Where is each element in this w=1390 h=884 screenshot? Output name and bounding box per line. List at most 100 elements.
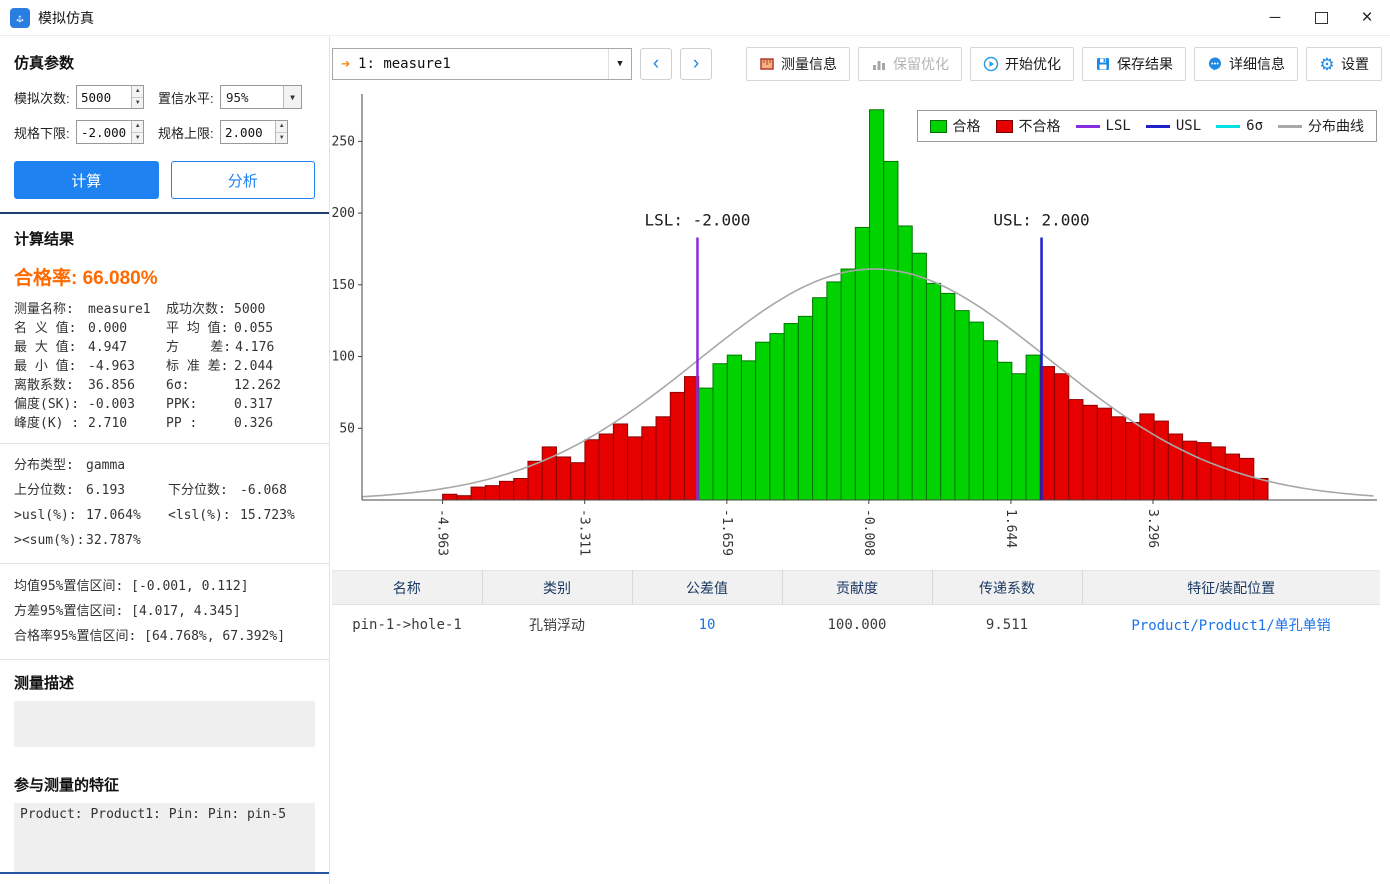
analyze-button[interactable]: 分析 xyxy=(171,161,316,199)
stat-label: 平 均 值: xyxy=(166,319,230,338)
table-header-row: 名称 类别 公差值 贡献度 传递系数 特征/装配位置 xyxy=(332,571,1380,605)
close-button[interactable]: × xyxy=(1344,0,1390,35)
dist-row: >usl(%):17.064%<lsl(%):15.723% xyxy=(14,503,315,528)
sidebar: 仿真参数 模拟次数: ▲▼ 置信水平: 95% ▼ 规格下限: ▲▼ xyxy=(0,36,330,884)
spec-lower-spin[interactable]: ▲▼ xyxy=(131,121,143,143)
col-header-name: 名称 xyxy=(332,571,482,605)
histogram-bar xyxy=(1225,454,1239,500)
maximize-button[interactable] xyxy=(1298,0,1344,35)
stat-value: 36.856 xyxy=(88,376,135,395)
button-label: 测量信息 xyxy=(781,54,837,74)
stat-row: PPK:0.317 xyxy=(166,395,281,414)
spacer xyxy=(14,747,315,774)
stat-label: 6σ: xyxy=(166,376,230,395)
spin-up-icon[interactable]: ▲ xyxy=(132,121,143,133)
confidence-interval-row: 方差95%置信区间: [4.017, 4.345] xyxy=(14,599,315,624)
histogram-bar xyxy=(813,298,827,500)
dist-value: 6.193 xyxy=(86,478,168,503)
spec-upper-input[interactable] xyxy=(221,121,275,143)
sim-count-stepper[interactable]: ▲▼ xyxy=(76,85,144,109)
confidence-label: 置信水平: xyxy=(158,88,220,107)
stat-value: -0.003 xyxy=(88,395,135,414)
histogram-bar xyxy=(983,341,997,500)
dist-label: >usl(%): xyxy=(14,503,86,528)
histogram-bar xyxy=(514,478,528,500)
stats-right-column: 成功次数:5000平 均 值:0.055方 差:4.176标 准 差:2.044… xyxy=(166,300,281,433)
col-header-tolerance: 公差值 xyxy=(632,571,782,605)
details-button[interactable]: 详细信息 xyxy=(1194,47,1298,81)
play-icon xyxy=(983,56,999,72)
save-results-button[interactable]: 保存结果 xyxy=(1082,47,1186,81)
divider xyxy=(0,563,329,564)
y-tick-label: 150 xyxy=(332,278,355,293)
contribution-table: 名称 类别 公差值 贡献度 传递系数 特征/装配位置 pin-1->hole-1… xyxy=(332,570,1380,644)
button-label: 保留优化 xyxy=(893,54,949,74)
legend-item: 不合格 xyxy=(996,116,1061,136)
histogram-bar xyxy=(1211,447,1225,500)
stat-value: 0.000 xyxy=(88,319,127,338)
measure-select-value: 1: measure1 xyxy=(358,56,451,72)
confidence-select[interactable]: 95% ▼ xyxy=(220,85,302,109)
spec-upper-stepper[interactable]: ▲▼ xyxy=(220,120,288,144)
confidence-interval-row: 合格率95%置信区间: [64.768%, 67.392%] xyxy=(14,624,315,649)
stat-row: 最 大 值:4.947 xyxy=(14,338,166,357)
stat-value: 12.262 xyxy=(234,376,281,395)
prev-measure-button[interactable]: ‹ xyxy=(640,48,672,80)
spin-down-icon[interactable]: ▼ xyxy=(132,133,143,144)
spec-lower-stepper[interactable]: ▲▼ xyxy=(76,120,144,144)
stat-value: measure1 xyxy=(88,300,151,319)
stat-value: 4.176 xyxy=(235,338,274,357)
settings-button[interactable]: ⚙ 设置 xyxy=(1306,47,1382,81)
histogram-svg: 50100150200250-4.963-3.311-1.659-0.0081.… xyxy=(332,88,1382,570)
spin-up-icon[interactable]: ▲ xyxy=(132,86,143,98)
spin-up-icon[interactable]: ▲ xyxy=(276,121,287,133)
chevron-down-icon[interactable]: ▼ xyxy=(283,86,301,108)
close-icon: × xyxy=(1361,7,1372,29)
histogram-bar xyxy=(1126,423,1140,500)
measure-info-icon xyxy=(759,56,775,72)
sim-count-spin[interactable]: ▲▼ xyxy=(131,86,143,108)
spin-down-icon[interactable]: ▼ xyxy=(276,133,287,144)
legend-swatch xyxy=(930,120,947,133)
measure-info-button[interactable]: 测量信息 xyxy=(746,47,850,81)
next-measure-button[interactable]: › xyxy=(680,48,712,80)
spec-lower-input[interactable] xyxy=(77,121,131,143)
chevron-down-icon[interactable]: ▼ xyxy=(608,49,631,79)
x-tick-label: 1.644 xyxy=(1003,509,1018,548)
sim-count-input[interactable] xyxy=(77,86,131,108)
stat-row: 最 小 值:-4.963 xyxy=(14,357,166,376)
spin-down-icon[interactable]: ▼ xyxy=(132,98,143,109)
cell-tolerance: 10 xyxy=(632,605,782,645)
stat-value: 4.947 xyxy=(88,338,127,357)
legend-item: 分布曲线 xyxy=(1278,116,1364,136)
dist-label: <lsl(%): xyxy=(168,503,240,528)
histogram-bar xyxy=(556,457,570,500)
stat-label: PP : xyxy=(166,414,230,433)
stat-value: 0.326 xyxy=(234,414,273,433)
y-tick-label: 100 xyxy=(332,350,355,365)
measure-description-input[interactable] xyxy=(14,701,315,747)
stat-value: -4.963 xyxy=(88,357,135,376)
button-label: 设置 xyxy=(1341,54,1369,74)
dist-label: ><sum(%): xyxy=(14,528,86,553)
measure-select[interactable]: ➜ 1: measure1 ▼ xyxy=(332,48,632,80)
button-label: 保存结果 xyxy=(1117,54,1173,74)
lsl-annotation: LSL: -2.000 xyxy=(644,210,750,229)
legend-label: 不合格 xyxy=(1019,116,1061,136)
calculate-button[interactable]: 计算 xyxy=(14,161,159,199)
ci-label: 均值95%置信区间: xyxy=(14,579,131,594)
histogram-bar xyxy=(727,355,741,500)
ci-label: 方差95%置信区间: xyxy=(14,604,131,619)
dist-value: gamma xyxy=(86,453,168,478)
minimize-button[interactable]: ─ xyxy=(1252,0,1298,35)
feature-position-link[interactable]: Product/Product1/单孔单销 xyxy=(1082,605,1380,645)
legend-label: 合格 xyxy=(953,116,981,136)
histogram-bar xyxy=(798,316,812,500)
start-optimize-button[interactable]: 开始优化 xyxy=(970,47,1074,81)
histogram-bar xyxy=(1197,443,1211,500)
y-tick-label: 200 xyxy=(332,206,355,221)
spec-upper-spin[interactable]: ▲▼ xyxy=(275,121,287,143)
button-label: 开始优化 xyxy=(1005,54,1061,74)
cell-name: pin-1->hole-1 xyxy=(332,605,482,645)
dist-row: 分布类型:gamma xyxy=(14,453,315,478)
